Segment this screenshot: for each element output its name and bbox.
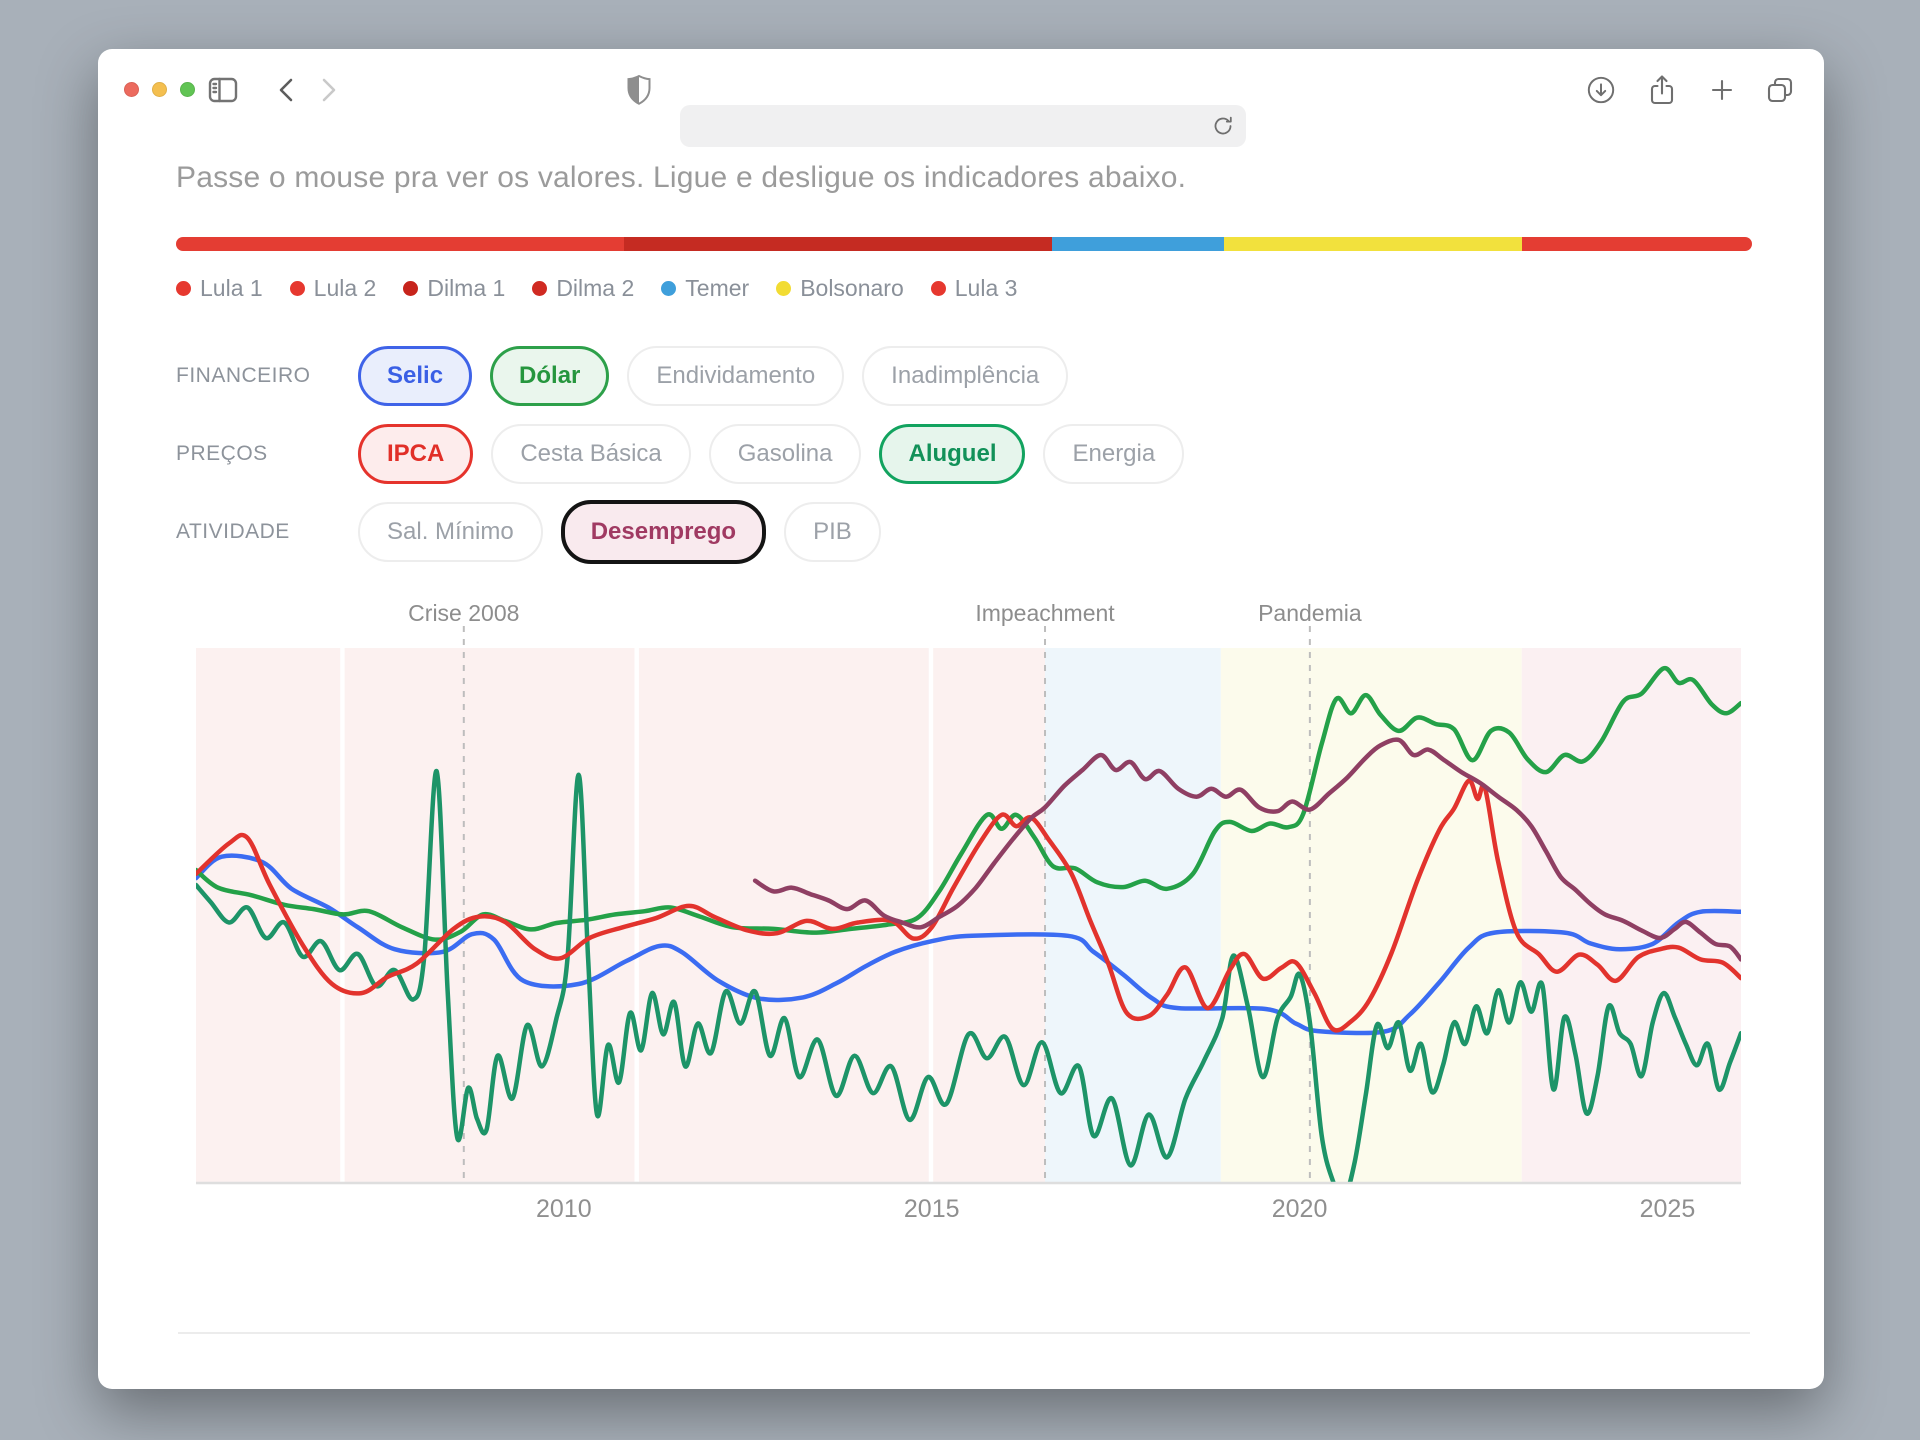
term-band-lula-1 <box>196 648 340 1183</box>
reload-icon[interactable] <box>1210 113 1236 139</box>
indicator-toggle-ipca[interactable]: IPCA <box>358 424 473 484</box>
legend-label: Bolsonaro <box>800 275 904 302</box>
x-tick-label: 2015 <box>904 1195 960 1224</box>
legend-dot-icon <box>661 281 676 296</box>
browser-toolbar <box>98 49 1824 129</box>
timeline-segment-lula-3[interactable] <box>1522 237 1752 251</box>
legend-item: Lula 1 <box>176 275 263 302</box>
legend-item: Bolsonaro <box>776 275 904 302</box>
timeline-segment-lula-1-2[interactable] <box>176 237 624 251</box>
legend-item: Temer <box>661 275 749 302</box>
x-tick-label: 2020 <box>1272 1195 1328 1224</box>
president-legend: Lula 1 Lula 2 Dilma 1 Dilma 2 Temer Bolsonaro… <box>176 275 1017 302</box>
legend-item: Dilma 2 <box>532 275 634 302</box>
tab-overview-icon[interactable] <box>1763 75 1797 105</box>
term-band-dilma-2 <box>933 648 1045 1183</box>
legend-item: Lula 3 <box>931 275 1018 302</box>
indicator-toggle-energia[interactable]: Energia <box>1043 424 1184 484</box>
legend-dot-icon <box>532 281 547 296</box>
legend-item: Lula 2 <box>290 275 377 302</box>
timeline-segment-bolsonaro[interactable] <box>1224 237 1522 251</box>
filter-category-label: FINANCEIRO <box>176 364 358 388</box>
legend-item: Dilma 1 <box>403 275 505 302</box>
legend-label: Lula 2 <box>314 275 377 302</box>
indicator-toggle-pib[interactable]: PIB <box>784 502 881 562</box>
new-tab-icon[interactable] <box>1705 75 1739 105</box>
indicator-toggle-desemprego[interactable]: Desemprego <box>561 500 766 564</box>
browser-window: Passe o mouse pra ver os valores. Ligue … <box>98 49 1824 1389</box>
filter-row: PREÇOSIPCA Cesta Básica Gasolina Aluguel Ene… <box>176 423 1184 485</box>
forward-icon[interactable] <box>311 75 345 105</box>
legend-label: Dilma 1 <box>427 275 505 302</box>
indicator-toggle-inadimpl-ncia[interactable]: Inadimplência <box>862 346 1068 406</box>
indicator-toggle-gasolina[interactable]: Gasolina <box>709 424 862 484</box>
filter-row: FINANCEIROSelic Dólar Endividamento Inadimp… <box>176 345 1184 407</box>
legend-label: Lula 1 <box>200 275 263 302</box>
filter-category-label: ATIVIDADE <box>176 520 358 544</box>
term-band-temer <box>1045 648 1221 1183</box>
indicator-toggle-cesta-b-sica[interactable]: Cesta Básica <box>491 424 690 484</box>
indicator-toggle-d-lar[interactable]: Dólar <box>490 346 609 406</box>
legend-dot-icon <box>776 281 791 296</box>
minimize-window-button[interactable] <box>152 82 167 97</box>
legend-dot-icon <box>290 281 305 296</box>
share-icon[interactable] <box>1645 75 1679 105</box>
x-tick-label: 2010 <box>536 1195 592 1224</box>
term-band-bolsonaro <box>1221 648 1522 1183</box>
term-band-lula-3 <box>1522 648 1741 1183</box>
sidebar-toggle-icon[interactable] <box>206 75 240 105</box>
filter-row: ATIVIDADESal. Mínimo Desemprego PIB <box>176 501 1184 563</box>
indicator-toggle-aluguel[interactable]: Aluguel <box>879 424 1025 484</box>
bottom-divider <box>178 1332 1750 1334</box>
x-tick-label: 2025 <box>1640 1195 1696 1224</box>
indicator-line-chart[interactable] <box>196 620 1741 1185</box>
legend-dot-icon <box>931 281 946 296</box>
indicator-toggle-selic[interactable]: Selic <box>358 346 472 406</box>
zoom-window-button[interactable] <box>180 82 195 97</box>
legend-label: Lula 3 <box>955 275 1018 302</box>
privacy-shield-icon[interactable] <box>622 75 656 105</box>
presidential-timeline-bar[interactable] <box>176 237 1752 251</box>
legend-label: Dilma 2 <box>556 275 634 302</box>
downloads-icon[interactable] <box>1584 75 1618 105</box>
indicator-filters: FINANCEIROSelic Dólar Endividamento Inadimp… <box>176 345 1184 579</box>
page-title: Passe o mouse pra ver os valores. Ligue … <box>176 161 1186 195</box>
address-bar[interactable] <box>680 105 1246 147</box>
close-window-button[interactable] <box>124 82 139 97</box>
back-icon[interactable] <box>270 75 304 105</box>
filter-category-label: PREÇOS <box>176 442 358 466</box>
indicator-toggle-endividamento[interactable]: Endividamento <box>627 346 844 406</box>
indicator-toggle-sal-m-nimo[interactable]: Sal. Mínimo <box>358 502 543 562</box>
timeline-segment-dilma-1-2[interactable] <box>624 237 1053 251</box>
legend-label: Temer <box>685 275 749 302</box>
legend-dot-icon <box>176 281 191 296</box>
legend-dot-icon <box>403 281 418 296</box>
timeline-segment-temer[interactable] <box>1052 237 1224 251</box>
